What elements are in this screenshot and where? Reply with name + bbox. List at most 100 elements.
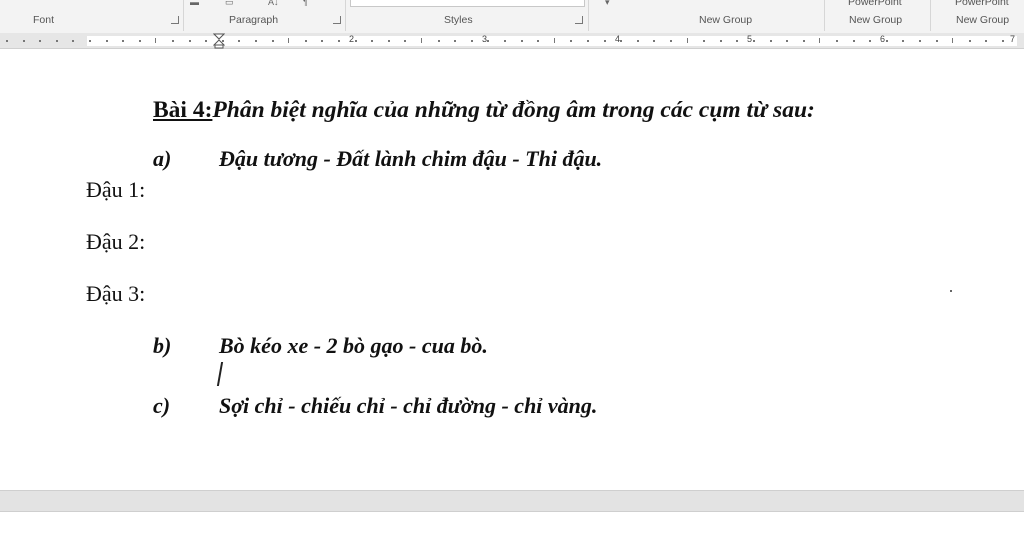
group-separator (930, 0, 931, 31)
answer-label-3: Đậu 3: (86, 281, 146, 306)
group-label-font: Font (33, 14, 55, 26)
group-label-styles: Styles (444, 14, 473, 26)
ruler-dot (89, 40, 91, 42)
ruler-dot (188, 40, 191, 42)
ruler-dot (902, 40, 905, 42)
ruler-dot (587, 40, 589, 42)
ruler-dot (620, 40, 623, 42)
ruler-tick (155, 38, 157, 43)
exercise-instruction: Phân biệt nghĩa của những từ đồng âm tro… (212, 97, 815, 123)
ruler-dot (470, 40, 473, 42)
ruler-dot (703, 40, 706, 42)
ruler-dot (138, 40, 141, 42)
ruler-dot (255, 40, 257, 42)
ruler-dot (22, 40, 25, 42)
styles-scroll-icon[interactable]: ▾ (605, 0, 610, 8)
ruler-dot (869, 40, 872, 42)
page-speck (950, 290, 952, 292)
group-label-paragraph: Paragraph (229, 14, 279, 26)
item-letter-b: b) (153, 333, 172, 358)
group-separator (824, 0, 825, 31)
ruler-dot (520, 40, 523, 42)
ruler-dot (487, 40, 490, 42)
ruler-tick (952, 38, 954, 43)
page-gap (0, 490, 1024, 512)
next-page-top[interactable] (0, 512, 1024, 553)
powerpoint-button-1[interactable]: PowerPoint (848, 0, 902, 8)
group-label-new-group-2: New Group (849, 14, 903, 26)
ruler-dot (919, 40, 921, 42)
exercise-heading: Bài 4:Phân biệt nghĩa của những từ đồng … (153, 97, 815, 124)
ruler-dot (271, 40, 274, 42)
ruler-dot (122, 40, 125, 42)
ruler-dot (205, 40, 208, 42)
group-label-new-group-1: New Group (699, 14, 753, 26)
ruler-number: 7 (1010, 34, 1016, 44)
item-letter-c: c) (153, 393, 171, 418)
ruler-dot (769, 40, 772, 42)
ruler-dot (39, 40, 42, 42)
exercise-number: Bài 4: (153, 97, 213, 123)
ruler-dot (504, 40, 506, 42)
ruler-dot (105, 40, 108, 42)
font-dialog-launcher-icon[interactable] (171, 16, 179, 24)
ruler-number: 4 (615, 34, 621, 44)
ruler-dot (736, 40, 739, 42)
ruler-dot (437, 40, 440, 42)
ruler-dot (636, 40, 639, 42)
ruler-number: 5 (747, 34, 753, 44)
ruler-tick (288, 38, 290, 43)
group-label-new-group-3: New Group (956, 14, 1010, 26)
paragraph-dialog-launcher-icon[interactable] (333, 16, 341, 24)
align-icon[interactable]: ▬ (190, 0, 199, 7)
ruler-dot (653, 40, 656, 42)
ruler-tick (553, 38, 555, 43)
ruler-dot (404, 40, 407, 42)
ruler-dot (603, 40, 606, 42)
ruler-dot (454, 40, 457, 42)
ruler-dot (354, 40, 357, 42)
group-separator (183, 0, 184, 31)
ruler-tick (421, 38, 422, 43)
ruler-dot (537, 40, 540, 42)
ruler-number: 2 (349, 34, 355, 44)
ruler-dot (570, 40, 573, 42)
ruler-text-area (87, 36, 1017, 46)
ruler-number: 3 (482, 34, 488, 44)
ruler-dot (55, 40, 58, 42)
horizontal-ruler[interactable]: 2 3 4 5 6 7 (0, 33, 1024, 49)
ruler-dot (985, 40, 988, 42)
styles-dialog-launcher-icon[interactable] (575, 16, 583, 24)
ruler-dot (338, 40, 340, 42)
item-letter-a: a) (153, 146, 172, 171)
ruler-tick (819, 38, 821, 43)
ruler-dot (304, 40, 307, 42)
ruler-dot (802, 40, 805, 42)
show-marks-icon[interactable]: ¶ (303, 0, 308, 7)
indent-marker-icon[interactable] (213, 33, 225, 49)
ruler-dot (719, 40, 722, 42)
powerpoint-button-2[interactable]: PowerPoint (955, 0, 1009, 8)
group-separator (588, 0, 589, 31)
indent-icon[interactable]: ▭ (225, 0, 234, 8)
sort-icon[interactable]: A↓ (268, 0, 279, 7)
answer-label-2: Đậu 2: (86, 229, 146, 254)
item-text-a: Đậu tương - Đất lành chim đậu - Thi đậu. (219, 146, 603, 171)
ruler-dot (321, 40, 324, 42)
ruler-dot (72, 40, 75, 42)
ruler-tick (686, 38, 688, 43)
item-text-c: Sợi chỉ - chiếu chỉ - chỉ đường - chỉ và… (219, 393, 598, 418)
ruler-dot (6, 40, 8, 42)
group-separator (345, 0, 346, 31)
ruler-dot (885, 40, 888, 42)
item-text-b: Bò kéo xe - 2 bò gạo - cua bò. (219, 333, 488, 358)
ruler-dot (238, 40, 241, 42)
ruler-dot (753, 40, 755, 42)
ribbon: ▬ ▭ A↓ ¶ ▾ Font Paragraph Styles New Gro… (0, 0, 1024, 33)
ruler-dot (387, 40, 390, 42)
ruler-dot (670, 40, 672, 42)
ruler-dot (786, 40, 789, 42)
styles-gallery[interactable] (350, 0, 585, 7)
ruler-dot (371, 40, 374, 42)
ruler-dot (836, 40, 838, 42)
